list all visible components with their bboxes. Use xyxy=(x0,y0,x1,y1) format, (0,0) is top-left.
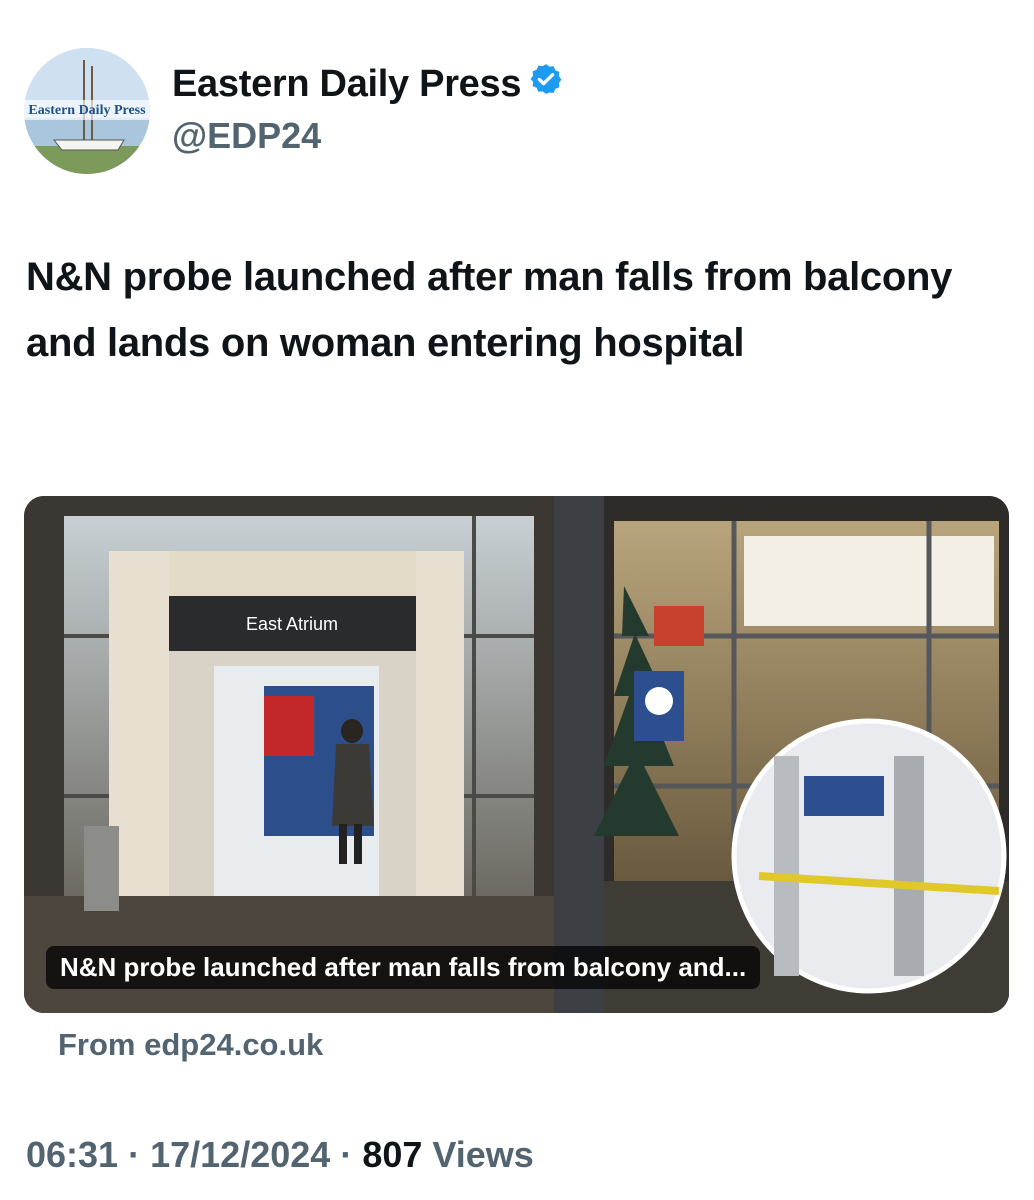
tweet-text: N&N probe launched after man falls from … xyxy=(26,255,953,365)
entrance-sign-text: East Atrium xyxy=(246,614,338,634)
avatar[interactable]: Eastern Daily Press xyxy=(24,48,150,174)
meta-separator: · xyxy=(128,1134,141,1175)
views-count: 807 xyxy=(362,1134,423,1175)
views-label: Views xyxy=(432,1134,534,1175)
link-card[interactable]: East Atrium N&N probe launched after man… xyxy=(24,496,1009,1013)
verified-badge-icon xyxy=(529,62,563,106)
meta-separator: · xyxy=(340,1134,353,1175)
display-name[interactable]: Eastern Daily Press xyxy=(172,63,521,106)
display-name-row[interactable]: Eastern Daily Press xyxy=(172,62,563,106)
link-card-image: East Atrium xyxy=(24,496,1009,1013)
avatar-logo-text: Eastern Daily Press xyxy=(28,103,146,118)
link-card-caption: N&N probe launched after man falls from … xyxy=(46,946,761,989)
user-handle[interactable]: @EDP24 xyxy=(172,115,321,157)
tweet-time[interactable]: 06:31 xyxy=(26,1134,118,1175)
link-card-source[interactable]: From edp24.co.uk xyxy=(58,1027,323,1063)
tweet-meta: 06:31 · 17/12/2024 · 807 Views xyxy=(26,1134,534,1176)
tweet-date[interactable]: 17/12/2024 xyxy=(150,1134,330,1175)
